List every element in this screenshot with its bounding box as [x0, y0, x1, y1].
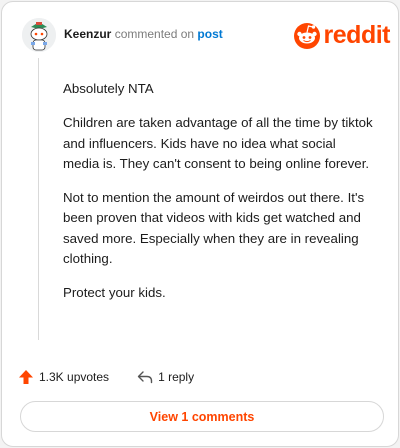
comment-paragraph: Absolutely NTA [63, 81, 154, 96]
comment-meta: Keenzur commented on post [64, 27, 223, 41]
upvote-arrow-icon [19, 370, 33, 384]
username-link[interactable]: Keenzur [64, 27, 111, 41]
post-link[interactable]: post [197, 27, 222, 41]
snoo-avatar-icon [22, 18, 56, 52]
comment-header: Keenzur commented on post reddit [22, 18, 392, 54]
reply-button[interactable]: 1 reply [137, 370, 194, 384]
reddit-logo-icon [293, 23, 320, 49]
reply-arrow-icon [137, 371, 153, 384]
user-avatar[interactable] [22, 18, 56, 52]
comment-paragraph: Protect your kids. [63, 285, 166, 301]
comment-actions: 1.3K upvotes 1 reply [18, 367, 194, 387]
reply-count: 1 reply [158, 370, 195, 384]
comment-body: Absolutely NTA Children are taken advant… [63, 79, 375, 318]
comment-paragraph: Children are taken advantage of all the … [63, 115, 373, 171]
comment-card: Keenzur commented on post reddit Absolut… [1, 1, 399, 447]
view-comments-button[interactable]: View 1 comments [20, 401, 384, 432]
thread-line[interactable] [38, 58, 39, 340]
action-text: commented on [114, 27, 195, 41]
upvote-button[interactable]: 1.3K upvotes [18, 369, 109, 385]
reddit-wordmark: reddit [323, 20, 391, 49]
comment-paragraph: Not to mention the amount of weirdos out… [63, 190, 365, 267]
reddit-logo[interactable]: reddit [293, 20, 391, 50]
upvote-count: 1.3K upvotes [39, 370, 110, 384]
